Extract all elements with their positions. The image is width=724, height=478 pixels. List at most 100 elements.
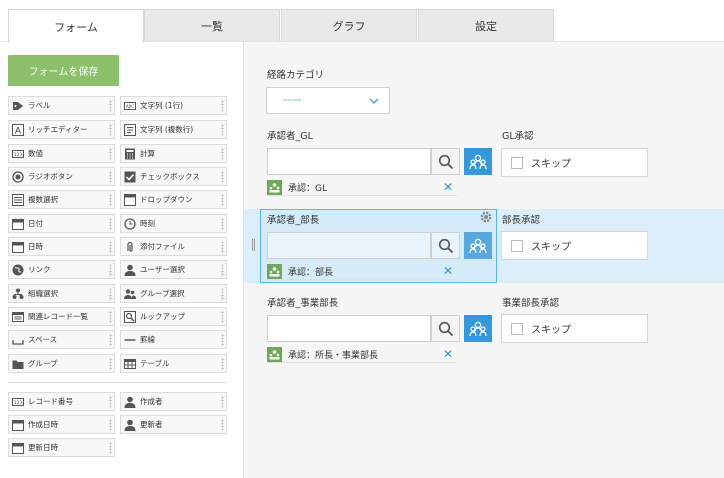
approver-manager-search-button[interactable]: [431, 232, 460, 259]
related-records-icon: [12, 311, 24, 323]
remove-chip-icon[interactable]: ✕: [443, 180, 453, 194]
skip-gl-checkbox-group: スキップ: [501, 148, 648, 177]
approver-division-org-button[interactable]: [464, 315, 492, 342]
save-form-button[interactable]: フォームを保存: [8, 55, 119, 86]
approver-manager-input[interactable]: [267, 232, 431, 259]
palette-field-user-select[interactable]: ユーザー選択: [120, 260, 227, 279]
approver-gl-input[interactable]: [267, 148, 431, 175]
skip-manager-checkbox[interactable]: [511, 239, 523, 252]
search-icon: [438, 321, 453, 336]
palette-field-calc[interactable]: 計算: [120, 144, 227, 163]
org-chip-icon: [267, 263, 282, 279]
checkbox-icon: [124, 171, 136, 183]
user-icon: [124, 419, 136, 431]
skip-division-checkbox[interactable]: [511, 322, 523, 335]
palette-field-dropdown[interactable]: ドロップダウン: [120, 190, 227, 209]
palette-field-updated-at[interactable]: 更新日時: [8, 438, 115, 457]
lookup-icon: [124, 310, 136, 323]
table-icon: [124, 358, 136, 370]
approver-division-search-button[interactable]: [431, 315, 460, 342]
tab-graph[interactable]: グラフ: [281, 9, 417, 42]
palette-field-radio[interactable]: ラジオボタン: [8, 167, 115, 186]
record-number-icon: 123: [12, 396, 24, 408]
tab-form[interactable]: フォーム: [8, 9, 144, 43]
selected-org-chip: 承認：所長・事業部長 ✕: [267, 346, 457, 363]
search-icon: [438, 154, 453, 169]
chevron-down-icon: [369, 98, 379, 104]
rich-editor-icon: A: [12, 123, 24, 136]
drag-handle[interactable]: [252, 239, 255, 251]
org-icon: [12, 288, 24, 300]
user-icon: [124, 264, 136, 276]
text-single-icon: ABC: [124, 100, 136, 112]
palette-field-org-select[interactable]: 組織選択: [8, 284, 115, 303]
org-chip-icon: [267, 346, 282, 362]
category-select[interactable]: -----: [266, 87, 390, 114]
palette-field-line[interactable]: 罫線: [120, 330, 227, 349]
palette-field-created-at[interactable]: 作成日時: [8, 415, 115, 434]
clock-icon: [124, 217, 136, 230]
skip-manager-label: 部長承認: [502, 215, 541, 226]
category-label: 経路カテゴリ: [267, 70, 325, 81]
dropdown-icon: [124, 193, 136, 206]
text-multi-icon: [124, 123, 136, 136]
tab-bar: フォーム 一覧 グラフ 設定: [0, 0, 724, 43]
palette-separator: [8, 382, 227, 383]
palette-field-table[interactable]: テーブル: [120, 354, 227, 373]
skip-gl-label: GL承認: [502, 131, 534, 142]
org-chip-icon: [267, 179, 282, 195]
user-icon: [124, 396, 136, 408]
space-icon: [12, 334, 24, 346]
gear-icon[interactable]: [479, 210, 493, 224]
svg-text:A: A: [15, 126, 22, 136]
org-users-icon: [469, 154, 487, 169]
skip-gl-checkbox[interactable]: [511, 156, 523, 169]
svg-text:123: 123: [14, 400, 23, 406]
datetime-icon: [12, 241, 24, 253]
palette-field-date[interactable]: 日付: [8, 214, 115, 233]
paperclip-icon: [124, 241, 136, 253]
multi-select-icon: [12, 193, 24, 206]
palette-field-group[interactable]: グループ: [8, 354, 115, 373]
approver-manager-org-button[interactable]: [464, 232, 492, 259]
palette-field-checkbox[interactable]: チェックボックス: [120, 167, 227, 186]
palette-field-rich-editor[interactable]: A リッチエディター: [8, 120, 115, 139]
palette-field-record-number[interactable]: 123 レコード番号: [8, 392, 115, 411]
search-icon: [438, 238, 453, 253]
folder-icon: [12, 358, 24, 370]
palette-field-text-single[interactable]: ABC 文字列 (1行): [120, 96, 227, 115]
approver-gl-search-button[interactable]: [431, 148, 460, 175]
tab-settings[interactable]: 設定: [418, 9, 554, 42]
skip-division-label: 事業部長承認: [502, 298, 560, 309]
palette-field-label[interactable]: ラベル: [8, 96, 115, 115]
palette-field-datetime[interactable]: 日時: [8, 237, 115, 256]
palette-field-updater[interactable]: 更新者: [120, 415, 227, 434]
remove-chip-icon[interactable]: ✕: [443, 347, 453, 361]
approver-division-label: 承認者_事業部長: [267, 298, 339, 309]
line-icon: [124, 334, 136, 346]
palette-field-multi-select[interactable]: 複数選択: [8, 190, 115, 209]
label-icon: [12, 100, 24, 112]
calculator-icon: [124, 148, 136, 160]
palette-field-lookup[interactable]: ルックアップ: [120, 307, 227, 326]
approver-division-input[interactable]: [267, 315, 431, 342]
skip-manager-checkbox-group: スキップ: [501, 231, 648, 260]
palette-field-time[interactable]: 時刻: [120, 214, 227, 233]
approver-manager-label: 承認者_部長: [267, 215, 320, 226]
palette-field-number[interactable]: 123 数値: [8, 144, 115, 163]
radio-icon: [12, 170, 24, 183]
remove-chip-icon[interactable]: ✕: [443, 264, 453, 278]
approver-gl-org-button[interactable]: [464, 148, 492, 175]
selected-org-chip: 承認：GL ✕: [267, 179, 457, 196]
calendar-icon: [12, 218, 24, 230]
palette-field-related-records[interactable]: 関連レコード一覧: [8, 307, 115, 326]
palette-field-space[interactable]: スペース: [8, 330, 115, 349]
approver-gl-label: 承認者_GL: [267, 131, 313, 142]
palette-field-group-select[interactable]: グループ選択: [120, 284, 227, 303]
palette-field-link[interactable]: リンク: [8, 260, 115, 279]
globe-icon: [12, 264, 24, 276]
palette-field-attachment[interactable]: 添付ファイル: [120, 237, 227, 256]
palette-field-creator[interactable]: 作成者: [120, 392, 227, 411]
tab-list[interactable]: 一覧: [144, 9, 280, 42]
palette-field-text-multi[interactable]: 文字列 (複数行): [120, 120, 227, 139]
